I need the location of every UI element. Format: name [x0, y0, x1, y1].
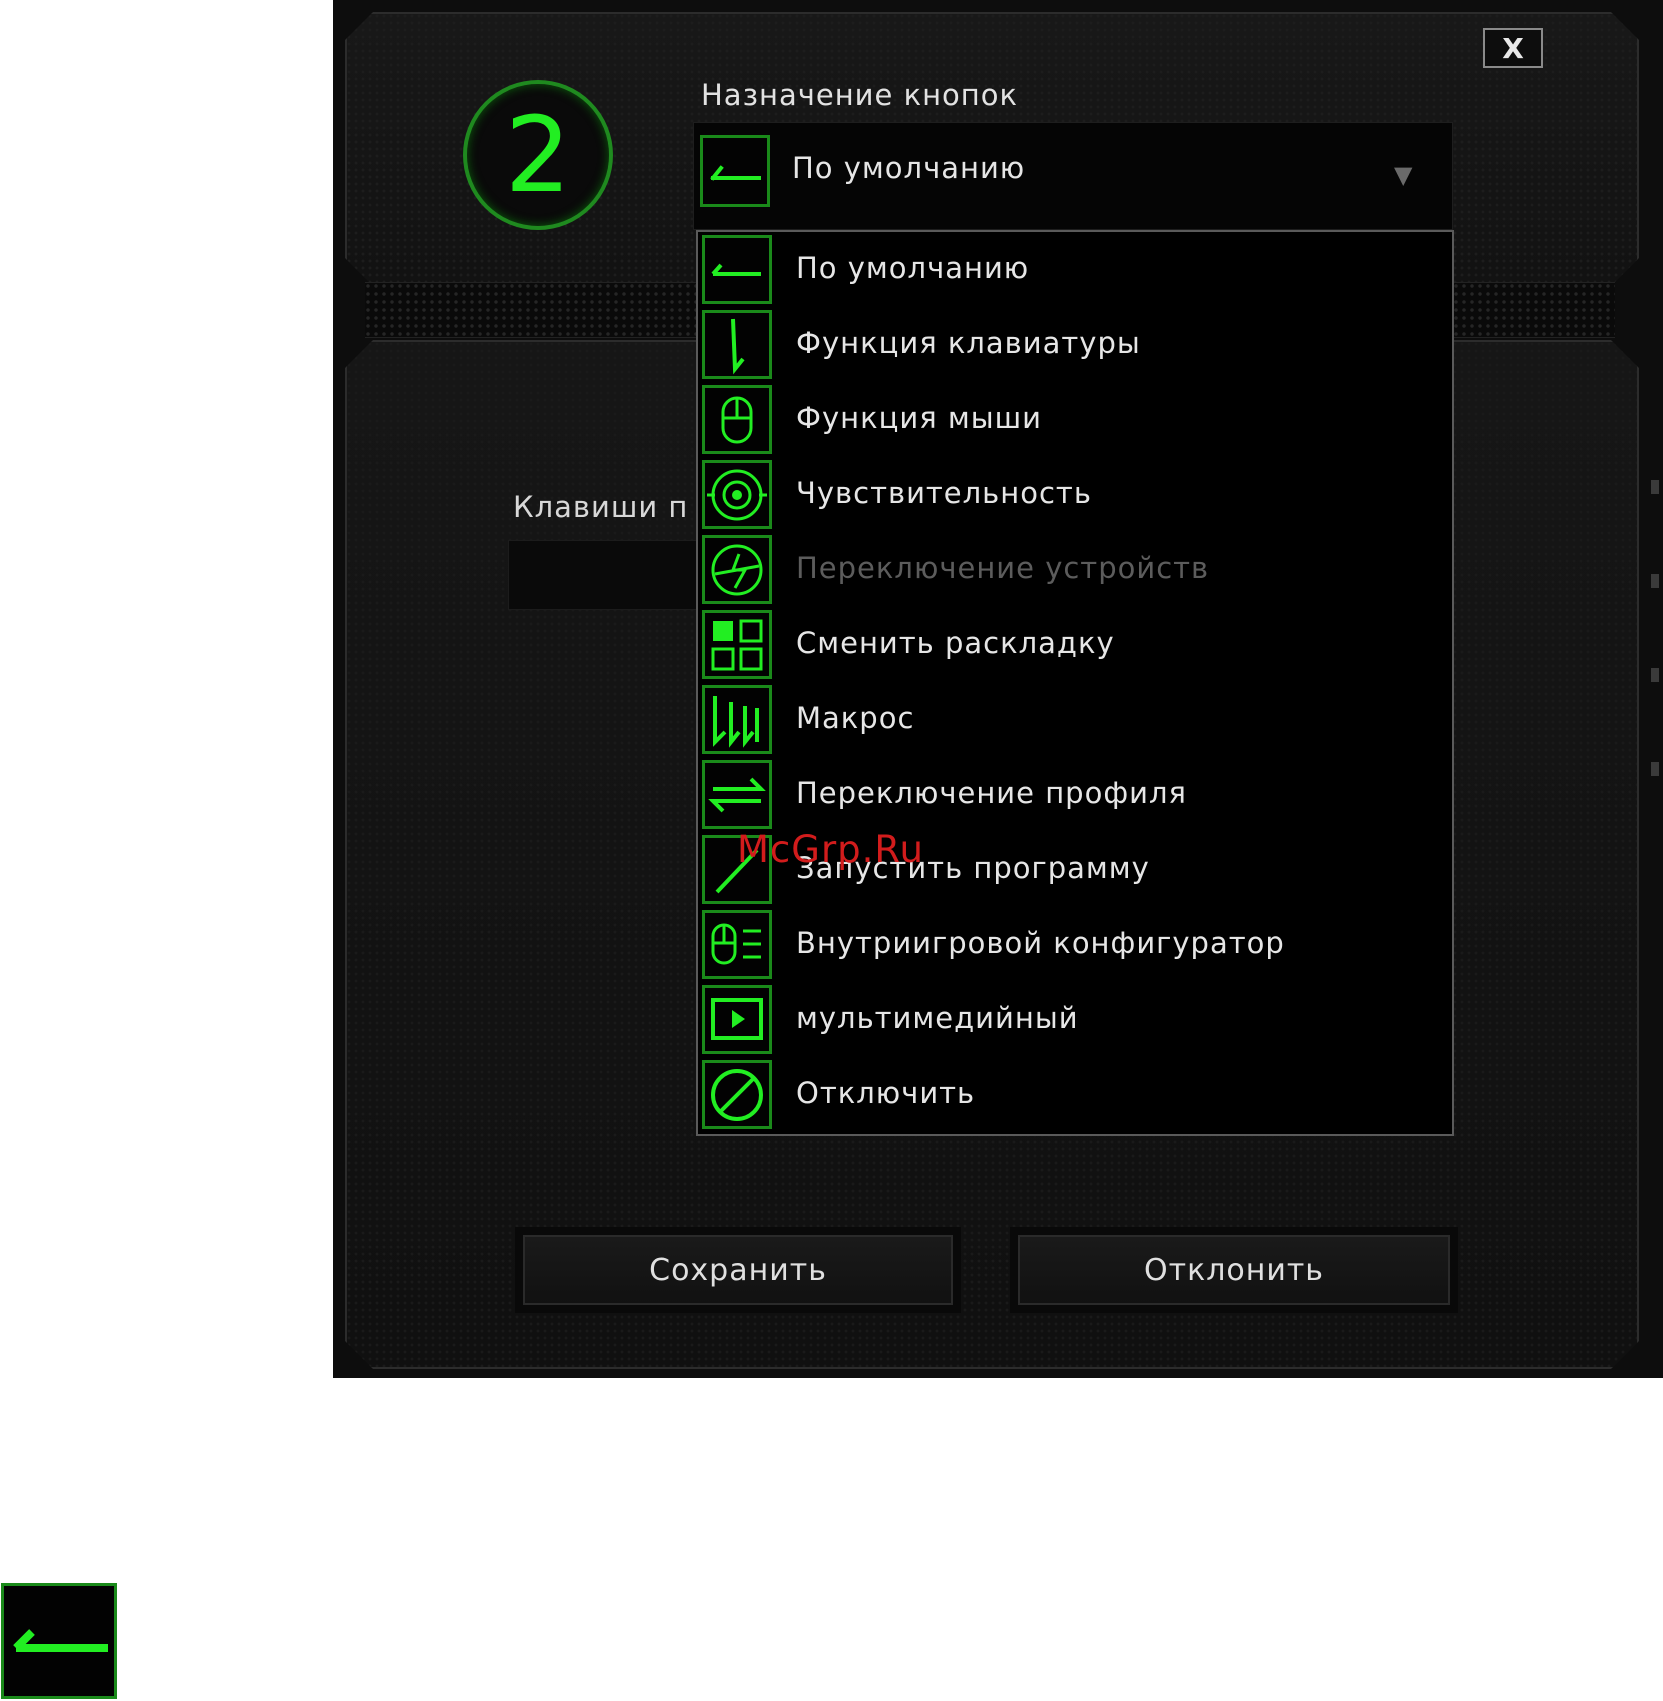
keyboard-function-icon [702, 310, 772, 379]
mouse-icon [702, 385, 772, 454]
profile-switch-icon [702, 760, 772, 829]
menu-item-multimedia[interactable]: мультимедийный [698, 982, 1452, 1057]
menu-item-disable[interactable]: Отключить [698, 1057, 1452, 1132]
keys-input[interactable] [508, 540, 710, 610]
multimedia-play-icon [702, 985, 772, 1054]
default-arrow-icon [1, 1583, 117, 1699]
default-arrow-icon [702, 235, 772, 304]
menu-item-label: По умолчанию [796, 251, 1030, 285]
menu-item-default[interactable]: По умолчанию [698, 232, 1452, 307]
menu-item-device-switch: Переключение устройств [698, 532, 1452, 607]
menu-item-ingame-configurator[interactable]: Внутриигровой конфигуратор [698, 907, 1452, 982]
menu-item-label: Макрос [796, 701, 915, 735]
macro-icon [702, 685, 772, 754]
button-number-badge: 2 [463, 80, 613, 230]
menu-item-label: Функция клавиатуры [796, 326, 1141, 360]
menu-item-label: мультимедийный [796, 1001, 1079, 1035]
dropdown-selected-value: По умолчанию [792, 151, 1026, 185]
menu-item-change-layout[interactable]: Сменить раскладку [698, 607, 1452, 682]
menu-item-mouse-function[interactable]: Функция мыши [698, 382, 1452, 457]
disable-icon [702, 1060, 772, 1129]
menu-item-label: Переключение устройств [796, 551, 1210, 585]
cancel-button[interactable]: Отклонить [1018, 1235, 1450, 1305]
device-switch-icon [702, 535, 772, 604]
scroll-edge-marks [1651, 480, 1661, 820]
menu-item-keyboard-function[interactable]: Функция клавиатуры [698, 307, 1452, 382]
menu-item-label: Чувствительность [796, 476, 1092, 510]
assignment-label: Назначение кнопок [701, 78, 1019, 112]
assignment-menu: По умолчанию Функция клавиатуры Функция … [696, 230, 1454, 1136]
menu-item-label: Функция мыши [796, 401, 1043, 435]
menu-item-label: Отключить [796, 1076, 976, 1110]
sensitivity-target-icon [702, 460, 772, 529]
menu-item-macro[interactable]: Макрос [698, 682, 1452, 757]
close-button[interactable]: X [1483, 28, 1543, 68]
default-arrow-icon [700, 135, 770, 207]
menu-item-label: Переключение профиля [796, 776, 1187, 810]
chevron-down-icon: ▼ [1394, 161, 1413, 189]
menu-item-label: Сменить раскладку [796, 626, 1115, 660]
watermark: McGrp.Ru [737, 828, 924, 871]
menu-item-sensitivity[interactable]: Чувствительность [698, 457, 1452, 532]
menu-item-label: Внутриигровой конфигуратор [796, 926, 1285, 960]
layout-grid-icon [702, 610, 772, 679]
keys-label: Клавиши п [513, 490, 689, 524]
save-button[interactable]: Сохранить [523, 1235, 953, 1305]
menu-item-profile-switch[interactable]: Переключение профиля [698, 757, 1452, 832]
ingame-config-icon [702, 910, 772, 979]
button-assignment-dialog: X 2 Назначение кнопок По умолчанию ▼ Кла… [333, 0, 1663, 1378]
assignment-dropdown[interactable]: По умолчанию ▼ [693, 122, 1453, 230]
